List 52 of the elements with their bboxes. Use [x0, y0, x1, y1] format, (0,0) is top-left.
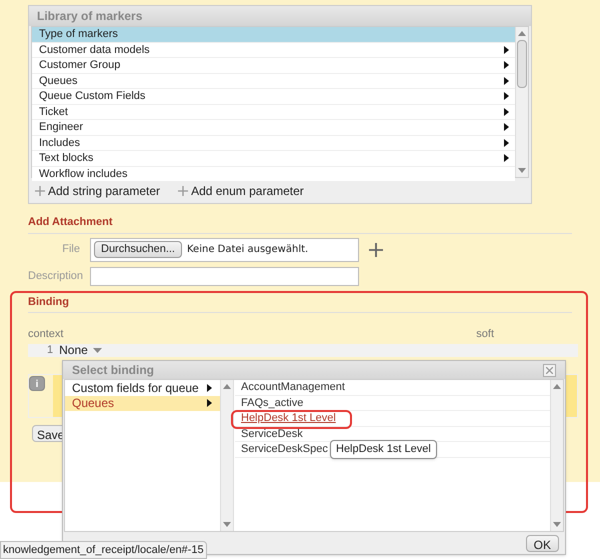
option-item[interactable]: ServiceDesk — [241, 426, 303, 442]
list-item[interactable]: Engineer — [32, 120, 515, 136]
list-item[interactable]: Workflow includes — [32, 166, 515, 182]
row-number: 1 — [47, 342, 54, 358]
scroll-up-icon[interactable] — [518, 31, 526, 36]
scroll-down-icon[interactable] — [518, 168, 526, 173]
tooltip: HelpDesk 1st Level — [330, 440, 437, 459]
list-item[interactable]: Type of markers — [32, 27, 515, 42]
section-heading: Binding — [28, 294, 70, 310]
close-icon — [546, 366, 553, 374]
browse-button[interactable]: Durchsuchen... — [94, 241, 182, 258]
scroll-up-icon[interactable] — [223, 384, 231, 389]
option-item[interactable]: AccountManagement — [241, 379, 345, 396]
panel-title: Library of markers — [29, 6, 531, 26]
option-item[interactable]: ServiceDeskSpec — [241, 441, 328, 458]
dialog-title: Select binding — [72, 362, 154, 379]
scroll-down-icon[interactable] — [223, 522, 231, 527]
status-url: knowledgement_of_receipt/locale/en#-15 — [0, 541, 207, 559]
field-label: Description — [28, 268, 80, 284]
option-item[interactable]: FAQs_active — [241, 394, 304, 411]
list-item[interactable]: Queues — [32, 74, 515, 89]
close-button[interactable] — [543, 364, 556, 376]
add-file-button[interactable] — [369, 242, 383, 256]
ok-button[interactable]: OK — [526, 534, 559, 552]
column-header: soft — [476, 327, 494, 342]
plus-icon — [178, 186, 188, 196]
plus-icon — [35, 186, 45, 196]
list-item[interactable]: Queue Custom Fields — [32, 89, 515, 104]
scrollbar-thumb[interactable] — [517, 40, 527, 88]
file-status: Keine Datei ausgewählt. — [186, 243, 308, 257]
scroll-down-icon[interactable] — [553, 522, 561, 527]
add-parameter-button[interactable]: Add enum parameter — [178, 182, 304, 200]
file-input[interactable]: Durchsuchen... Keine Datei ausgewählt. — [90, 238, 359, 262]
list-item[interactable]: Text blocks — [32, 151, 515, 166]
add-parameter-button[interactable]: Add string parameter — [35, 182, 160, 200]
scroll-up-icon[interactable] — [553, 384, 561, 389]
list-item[interactable]: Customer data models — [32, 42, 515, 58]
list-item[interactable]: Customer Group — [32, 58, 515, 74]
dropdown-caret-icon — [92, 348, 102, 352]
category-item[interactable]: Queues — [65, 396, 220, 411]
scrollbar[interactable] — [515, 27, 528, 177]
scrollbar[interactable] — [550, 380, 563, 531]
plus-icon — [369, 242, 383, 256]
description-field[interactable] — [90, 266, 359, 286]
list-item[interactable]: Includes — [32, 136, 515, 151]
section-heading: Add Attachment — [28, 215, 114, 230]
binding-dropdown[interactable]: None — [59, 341, 102, 359]
scrollbar[interactable] — [220, 380, 233, 531]
option-item[interactable]: HelpDesk 1st Level — [241, 410, 336, 426]
list-item[interactable]: Ticket — [32, 104, 515, 120]
field-label: File — [61, 242, 80, 256]
column-header: context — [28, 327, 64, 342]
